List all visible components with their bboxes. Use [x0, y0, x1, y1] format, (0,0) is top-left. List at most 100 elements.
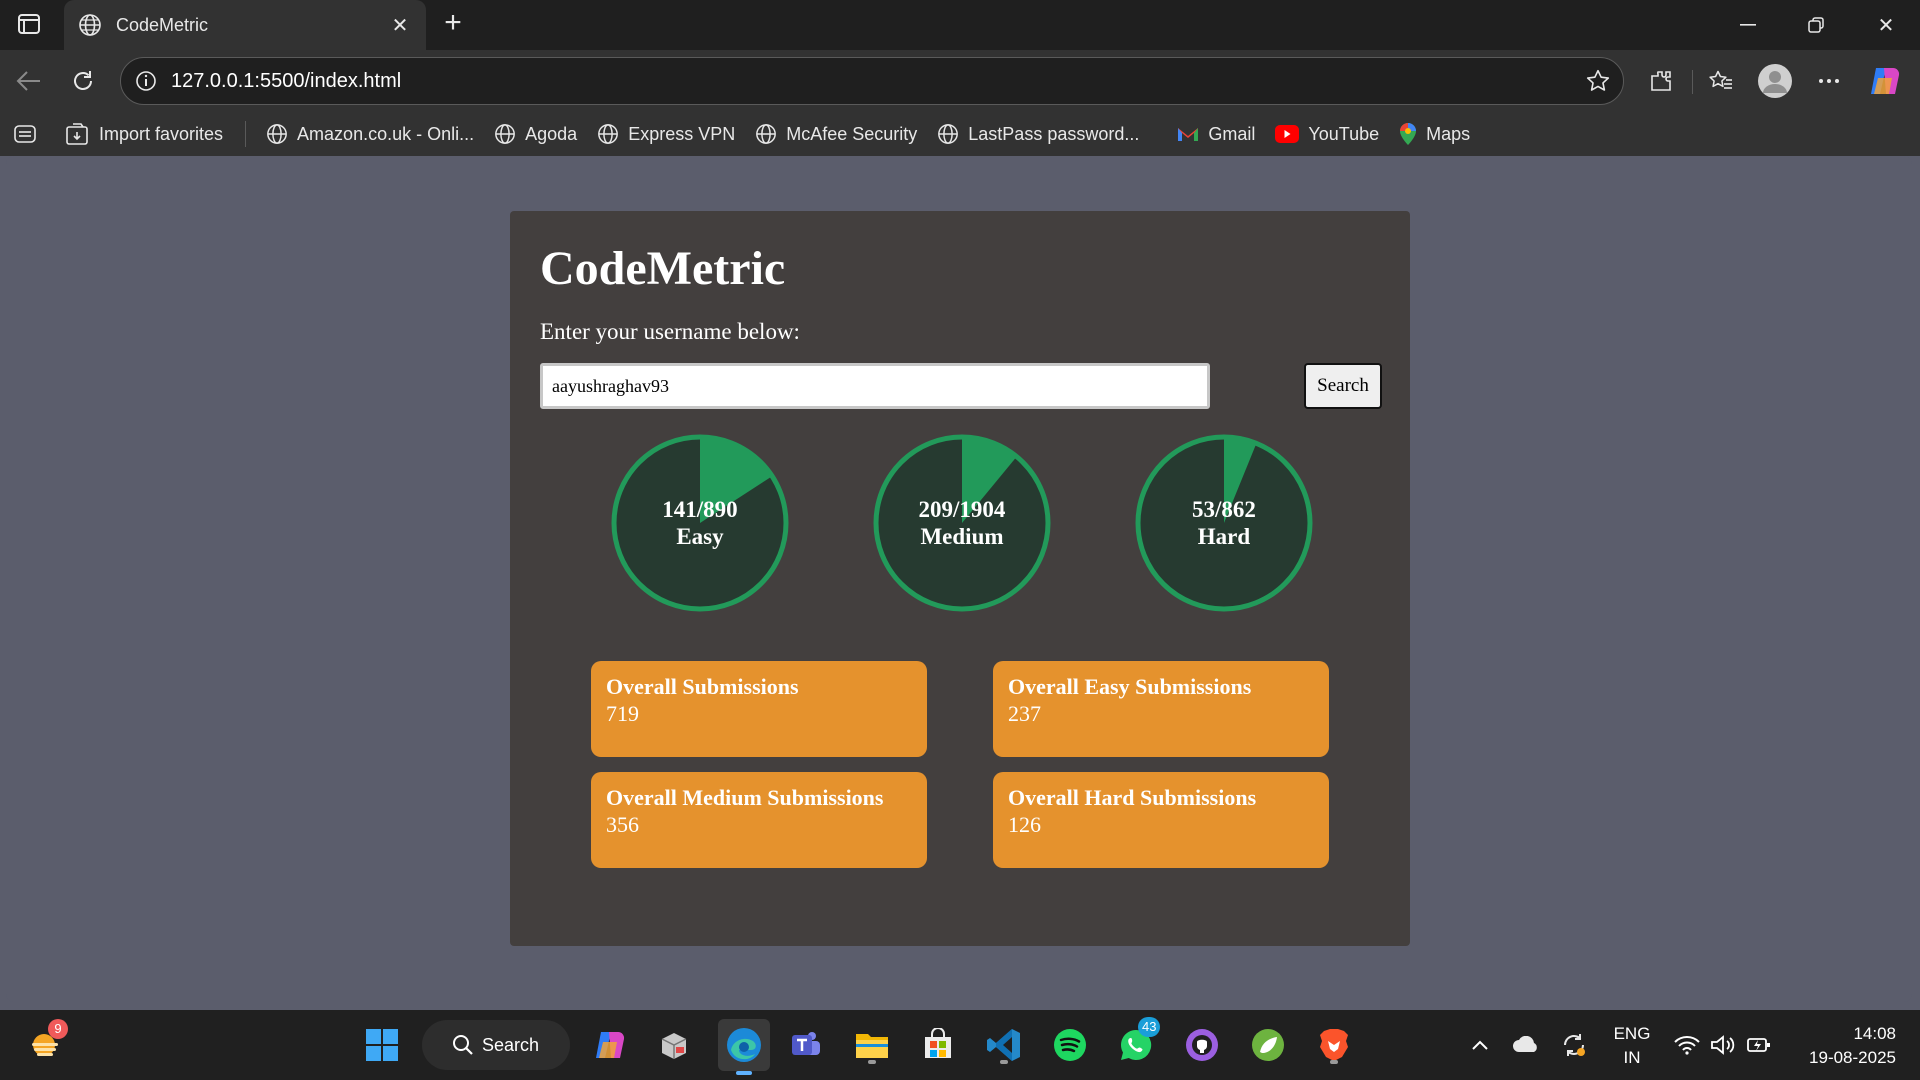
taskbar-search[interactable]: Search	[422, 1020, 570, 1070]
tab-codemetric[interactable]: CodeMetric ✕	[64, 0, 426, 50]
site-info-icon[interactable]	[135, 70, 157, 92]
stat-card-medium: Overall Medium Submissions 356	[591, 772, 927, 868]
bookmark-amazon[interactable]: Amazon.co.uk - Onli...	[266, 123, 474, 145]
globe-icon	[494, 123, 516, 145]
medium-progress-ring: 209/1904 Medium	[872, 433, 1052, 613]
bookmark-label: Agoda	[525, 123, 578, 144]
taskbar-search-label: Search	[482, 1034, 540, 1055]
whatsapp-icon[interactable]: 43	[1114, 1017, 1161, 1067]
browser-titlebar: CodeMetric ✕ + ✕	[0, 0, 1920, 50]
bookmark-label: Amazon.co.uk - Onli...	[297, 123, 475, 144]
spotify-icon[interactable]	[1048, 1023, 1092, 1067]
github-desktop-icon[interactable]	[1180, 1023, 1224, 1067]
bookmark-import-favorites[interactable]: Import favorites	[66, 123, 223, 145]
globe-icon	[266, 123, 288, 145]
bookmark-label: LastPass password...	[968, 123, 1140, 144]
language-code: ENG	[1613, 1024, 1651, 1043]
wifi-icon[interactable]	[1672, 1010, 1702, 1080]
youtube-icon	[1275, 125, 1300, 143]
stat-value: 356	[606, 812, 639, 837]
hard-label: Hard	[1197, 524, 1251, 549]
page-title: CodeMetric	[540, 242, 786, 295]
stat-value: 126	[1008, 812, 1041, 837]
edge-browser-icon[interactable]	[718, 1019, 770, 1075]
bookmark-label: Maps	[1426, 123, 1471, 144]
windows-start-icon[interactable]	[360, 1023, 404, 1067]
brave-icon[interactable]	[1312, 1023, 1356, 1067]
globe-icon	[937, 123, 959, 145]
refresh-icon[interactable]	[64, 62, 102, 100]
minimize-icon[interactable]	[1724, 8, 1772, 42]
hard-solved-count: 53/862	[1192, 497, 1256, 522]
stat-label: Overall Medium Submissions	[606, 785, 884, 810]
input-language[interactable]: ENG IN	[1610, 1022, 1654, 1070]
back-icon[interactable]	[10, 62, 48, 100]
reading-list-icon[interactable]	[14, 125, 36, 143]
weather-badge: 9	[48, 1019, 68, 1039]
search-icon	[452, 1034, 474, 1056]
extensions-icon[interactable]	[1642, 62, 1680, 100]
tab-actions-icon[interactable]	[14, 11, 44, 37]
sync-icon[interactable]	[1558, 1010, 1590, 1080]
stat-label: Overall Easy Submissions	[1008, 674, 1252, 699]
volume-icon[interactable]	[1708, 1010, 1738, 1080]
stat-label: Overall Hard Submissions	[1008, 785, 1257, 810]
favorite-star-icon[interactable]	[1585, 68, 1611, 94]
bookmarks-bar: Import favorites Amazon.co.uk - Onli... …	[0, 112, 1920, 156]
bookmark-label: Express VPN	[628, 123, 736, 144]
bookmark-label: Import favorites	[99, 123, 224, 144]
region-code: IN	[1623, 1048, 1641, 1067]
active-indicator	[736, 1071, 752, 1075]
bookmark-maps[interactable]: Maps	[1399, 122, 1470, 146]
show-hidden-icons-icon[interactable]	[1466, 1010, 1494, 1080]
weather-icon[interactable]: 9	[24, 1019, 68, 1067]
bookmark-label: McAfee Security	[786, 123, 918, 144]
globe-icon	[755, 123, 777, 145]
microsoft-store-icon[interactable]	[916, 1023, 960, 1067]
battery-icon[interactable]	[1744, 1010, 1774, 1080]
restore-icon[interactable]	[1792, 8, 1840, 42]
tab-title: CodeMetric	[116, 14, 209, 35]
running-indicator	[1000, 1060, 1008, 1064]
system-clock[interactable]: 14:08 19-08-2025	[1796, 1022, 1896, 1070]
vscode-icon[interactable]	[982, 1023, 1026, 1067]
more-options-icon[interactable]	[1810, 62, 1848, 100]
bookmark-gmail[interactable]: Gmail	[1177, 124, 1255, 145]
clock-time: 14:08	[1853, 1024, 1896, 1043]
teams-icon[interactable]	[784, 1023, 828, 1067]
maps-icon	[1399, 122, 1417, 146]
spring-icon[interactable]	[1246, 1023, 1290, 1067]
gmail-icon	[1177, 125, 1199, 143]
running-indicator	[1330, 1060, 1338, 1064]
close-window-icon[interactable]: ✕	[1862, 8, 1910, 42]
username-input[interactable]	[540, 363, 1210, 409]
bookmark-express-vpn[interactable]: Express VPN	[597, 123, 735, 145]
clock-date: 19-08-2025	[1809, 1048, 1896, 1067]
favorites-icon[interactable]	[1702, 62, 1740, 100]
copilot-app-icon[interactable]	[588, 1023, 632, 1067]
close-tab-icon[interactable]: ✕	[388, 13, 412, 38]
address-bar[interactable]: 127.0.0.1:5500/index.html	[120, 57, 1624, 105]
easy-solved-count: 141/890	[662, 497, 738, 522]
stat-value: 719	[606, 701, 639, 726]
onedrive-icon[interactable]	[1510, 1010, 1542, 1080]
whatsapp-badge: 43	[1138, 1017, 1161, 1037]
easy-label: Easy	[676, 524, 724, 549]
search-button[interactable]: Search	[1304, 363, 1382, 409]
url-text[interactable]: 127.0.0.1:5500/index.html	[171, 70, 1585, 93]
bookmark-lastpass[interactable]: LastPass password...	[937, 123, 1139, 145]
file-explorer-icon[interactable]	[850, 1023, 894, 1067]
new-tab-icon[interactable]: +	[438, 8, 468, 40]
stat-card-overall: Overall Submissions 719	[591, 661, 927, 757]
profile-avatar-icon[interactable]	[1756, 62, 1794, 100]
username-prompt: Enter your username below:	[540, 319, 800, 344]
store-box-icon[interactable]	[652, 1023, 696, 1067]
browser-toolbar: 127.0.0.1:5500/index.html	[0, 50, 1920, 112]
bookmark-mcafee[interactable]: McAfee Security	[755, 123, 917, 145]
bookmark-divider	[245, 121, 247, 147]
bookmark-agoda[interactable]: Agoda	[494, 123, 577, 145]
copilot-icon[interactable]	[1866, 62, 1904, 100]
bookmark-youtube[interactable]: YouTube	[1275, 124, 1379, 145]
bookmark-label: Gmail	[1208, 123, 1256, 144]
stat-value: 237	[1008, 701, 1041, 726]
